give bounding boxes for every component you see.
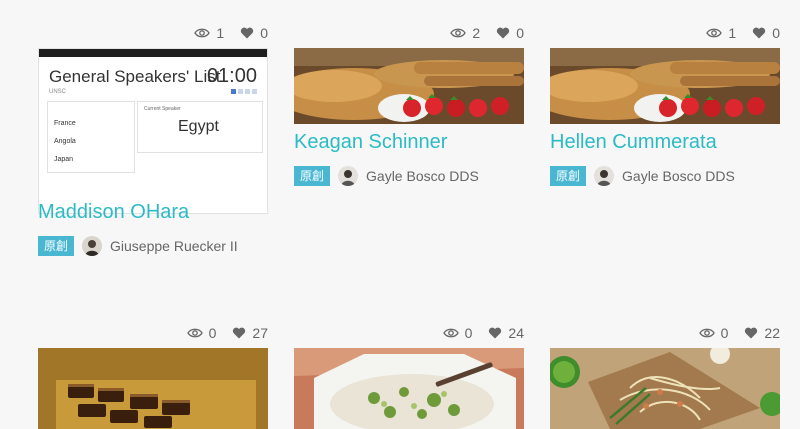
chocolate-bars-photo [38,348,268,429]
card-thumbnail[interactable] [550,48,780,124]
views-count: 1 [216,25,225,41]
card-stats: 1 0 [550,24,780,42]
views-stat: 2 [450,25,480,41]
eye-icon [706,28,723,38]
author-name[interactable]: Giuseppe Ruecker II [110,238,238,254]
card-stats: 1 0 [38,24,268,42]
card-stats: 0 24 [294,324,524,342]
likes-stat[interactable]: 0 [240,25,268,41]
likes-count: 27 [252,325,268,341]
card-title[interactable]: Hellen Cummerata [550,131,717,154]
author-name[interactable]: Gayle Bosco DDS [622,168,735,184]
likes-stat[interactable]: 24 [488,325,524,341]
card-meta: 原創 Giuseppe Ruecker II [38,236,238,256]
card-meta: 原創 Gayle Bosco DDS [550,166,735,186]
likes-stat[interactable]: 22 [744,325,780,341]
current-speaker: Egypt [178,118,219,135]
views-count: 2 [472,25,481,41]
eye-icon [186,328,203,338]
views-stat: 1 [706,25,736,41]
heart-icon [241,27,254,39]
avatar[interactable] [82,236,103,256]
screenshot-sub: UNSC [49,89,67,95]
likes-stat[interactable]: 0 [496,25,524,41]
screenshot-timer: 01:00 [206,65,257,87]
card-title[interactable]: Keagan Schinner [294,131,447,154]
likes-count: 0 [516,25,524,41]
post-card[interactable]: 1 0 Hellen Cummerata 原創 Gayle Bosco DDS [550,24,780,186]
card-thumbnail[interactable] [294,348,524,429]
post-card[interactable]: 0 24 [294,324,524,429]
views-stat: 1 [194,25,224,41]
card-title[interactable]: Maddison OHara [38,201,189,224]
heart-icon [753,27,766,39]
views-stat: 0 [442,325,473,341]
likes-count: 0 [772,25,780,41]
app-screenshot-image: General Speakers' List UNSC 01:00 France… [38,48,268,214]
heart-icon [745,327,758,339]
views-stat: 0 [698,325,729,341]
original-badge: 原創 [38,236,75,256]
noodles-photo [550,348,780,429]
card-thumbnail[interactable] [550,348,780,429]
card-stats: 0 22 [550,324,780,342]
screenshot-heading: General Speakers' List [49,67,221,86]
post-card[interactable]: 1 0 General Speakers' List UNSC 01:00 Fr… [38,24,268,256]
post-card[interactable]: 0 22 [550,324,780,429]
card-stats: 2 0 [294,24,524,42]
screenshot-country-list: France Angola Japan [47,101,135,173]
eye-icon [698,328,715,338]
country-item: France [54,120,76,127]
eye-icon [450,28,467,38]
card-thumbnail[interactable]: General Speakers' List UNSC 01:00 France… [38,48,268,214]
author-name[interactable]: Gayle Bosco DDS [366,168,479,184]
screenshot-speaker-panel: Current Speaker Egypt [137,101,263,153]
likes-count: 22 [764,325,780,341]
country-item: Angola [54,138,76,145]
original-badge: 原創 [294,166,331,186]
card-meta: 原創 Gayle Bosco DDS [294,166,479,186]
card-stats: 0 27 [38,324,268,342]
views-stat: 0 [186,325,217,341]
likes-count: 24 [508,325,524,341]
eye-icon [194,28,211,38]
card-thumbnail[interactable] [38,348,268,429]
card-thumbnail[interactable] [294,48,524,124]
pancakes-photo [550,48,780,124]
views-count: 0 [208,325,217,341]
heart-icon [489,327,502,339]
heart-icon [233,327,246,339]
likes-stat[interactable]: 0 [752,25,780,41]
current-speaker-label: Current Speaker [144,106,181,112]
pancakes-photo [294,48,524,124]
rice-salad-photo [294,348,524,429]
eye-icon [442,328,459,338]
avatar[interactable] [338,166,359,186]
original-badge: 原創 [550,166,587,186]
views-count: 0 [720,325,729,341]
views-count: 0 [464,325,473,341]
avatar[interactable] [594,166,615,186]
heart-icon [497,27,510,39]
country-item: Japan [54,156,74,163]
likes-stat[interactable]: 27 [232,325,268,341]
views-count: 1 [728,25,737,41]
post-card[interactable]: 2 0 Keagan Schinner 原創 Gayle Bosco DDS [294,24,524,186]
likes-count: 0 [260,25,268,41]
post-card[interactable]: 0 27 [38,324,268,429]
